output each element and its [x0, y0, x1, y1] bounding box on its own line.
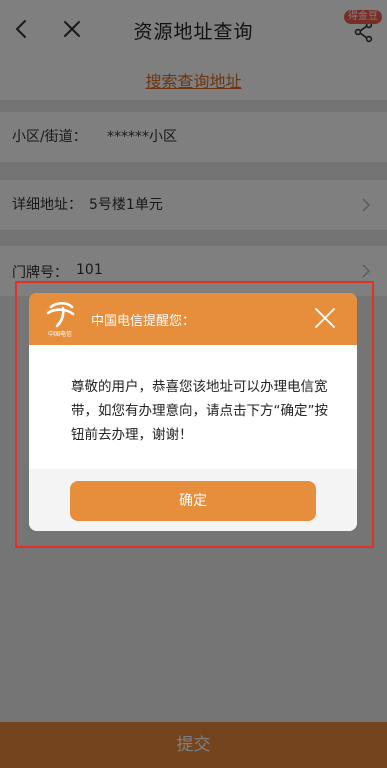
reminder-dialog: 中国电信 中国电信提醒您： 尊敬的用户，恭喜您该地址可以办理电信宽带，如您有办理… [29, 293, 357, 531]
dialog-message: 尊敬的用户，恭喜您该地址可以办理电信宽带，如您有办理意向，请点击下方“确定”按钮… [71, 379, 328, 443]
logo-text: 中国电信 [48, 330, 72, 338]
dialog-title: 中国电信提醒您： [91, 314, 196, 329]
china-telecom-logo-icon: 中国电信 [46, 301, 75, 338]
dialog-header: 中国电信 中国电信提醒您： [29, 293, 357, 345]
confirm-button[interactable]: 确定 [70, 481, 316, 521]
dialog-footer: 确定 [29, 469, 357, 531]
close-icon[interactable] [313, 306, 337, 330]
